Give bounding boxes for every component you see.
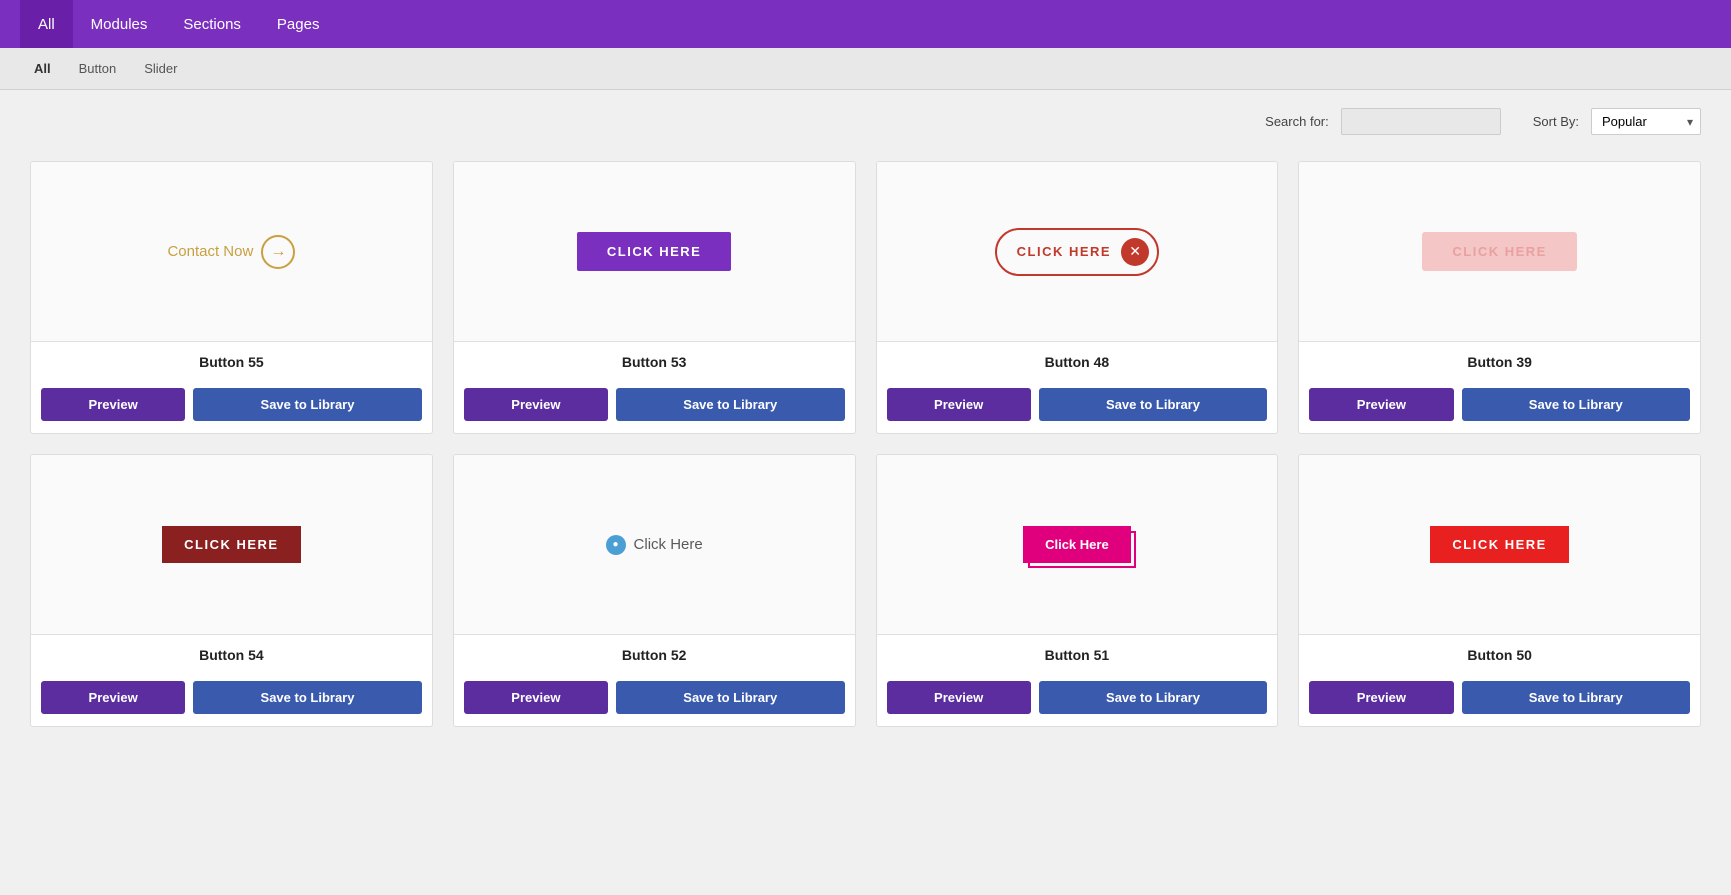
sub-nav-all[interactable]: All: [20, 48, 65, 90]
search-label: Search for:: [1265, 114, 1329, 129]
preview-btn-39: CLICK HERE: [1422, 232, 1576, 271]
sort-wrapper: Popular Newest Oldest: [1591, 108, 1701, 135]
card-title-btn-54: Button 54: [41, 647, 422, 663]
card-actions-btn-48: Preview Save to Library: [877, 388, 1278, 433]
preview-button-btn-53[interactable]: Preview: [464, 388, 608, 421]
search-sort-bar: Search for: Sort By: Popular Newest Olde…: [0, 90, 1731, 145]
contact-now-circle: →: [261, 235, 295, 269]
card-title-btn-52: Button 52: [464, 647, 845, 663]
btn-52-circle-icon: ●: [606, 535, 626, 555]
card-preview-btn-48: CLICK HERE ✕: [877, 162, 1278, 342]
save-button-btn-55[interactable]: Save to Library: [193, 388, 422, 421]
btn-48-icon: ✕: [1121, 238, 1149, 266]
card-btn-54: CLICK HERE Button 54 Preview Save to Lib…: [30, 454, 433, 727]
card-info-btn-52: Button 52: [454, 635, 855, 681]
btn-48-text: CLICK HERE: [1017, 244, 1111, 259]
card-info-btn-48: Button 48: [877, 342, 1278, 388]
card-preview-btn-51: Click Here: [877, 455, 1278, 635]
save-button-btn-54[interactable]: Save to Library: [193, 681, 422, 714]
card-btn-50: CLICK HERE Button 50 Preview Save to Lib…: [1298, 454, 1701, 727]
card-preview-btn-52: ● Click Here: [454, 455, 855, 635]
contact-now-text: Contact Now: [167, 243, 253, 260]
card-title-btn-39: Button 39: [1309, 354, 1690, 370]
preview-btn-52: ● Click Here: [606, 535, 703, 555]
card-btn-53: CLICK HERE Button 53 Preview Save to Lib…: [453, 161, 856, 434]
preview-button-btn-54[interactable]: Preview: [41, 681, 185, 714]
preview-button-btn-51[interactable]: Preview: [887, 681, 1031, 714]
card-info-btn-54: Button 54: [31, 635, 432, 681]
card-actions-btn-50: Preview Save to Library: [1299, 681, 1700, 726]
save-button-btn-48[interactable]: Save to Library: [1039, 388, 1268, 421]
card-btn-55: Contact Now → Button 55 Preview Save to …: [30, 161, 433, 434]
preview-btn-51: Click Here: [1023, 526, 1131, 563]
card-btn-48: CLICK HERE ✕ Button 48 Preview Save to L…: [876, 161, 1279, 434]
preview-btn-54: CLICK HERE: [162, 526, 300, 563]
btn-52-text: Click Here: [634, 536, 703, 553]
card-actions-btn-39: Preview Save to Library: [1299, 388, 1700, 433]
card-preview-btn-55: Contact Now →: [31, 162, 432, 342]
card-title-btn-51: Button 51: [887, 647, 1268, 663]
sub-nav-button[interactable]: Button: [65, 48, 131, 90]
sort-label: Sort By:: [1533, 114, 1579, 129]
card-title-btn-55: Button 55: [41, 354, 422, 370]
card-title-btn-48: Button 48: [887, 354, 1268, 370]
top-nav-sections[interactable]: Sections: [165, 0, 259, 48]
card-title-btn-53: Button 53: [464, 354, 845, 370]
card-actions-btn-55: Preview Save to Library: [31, 388, 432, 433]
top-navigation: All Modules Sections Pages: [0, 0, 1731, 48]
card-actions-btn-54: Preview Save to Library: [31, 681, 432, 726]
top-nav-modules[interactable]: Modules: [73, 0, 166, 48]
preview-btn-55: Contact Now →: [167, 235, 295, 269]
card-preview-btn-39: CLICK HERE: [1299, 162, 1700, 342]
sort-select[interactable]: Popular Newest Oldest: [1591, 108, 1701, 135]
card-btn-52: ● Click Here Button 52 Preview Save to L…: [453, 454, 856, 727]
preview-button-btn-48[interactable]: Preview: [887, 388, 1031, 421]
preview-button-btn-39[interactable]: Preview: [1309, 388, 1453, 421]
sub-nav-slider[interactable]: Slider: [130, 48, 191, 90]
save-button-btn-39[interactable]: Save to Library: [1462, 388, 1691, 421]
preview-btn-50: CLICK HERE: [1430, 526, 1568, 563]
top-nav-all[interactable]: All: [20, 0, 73, 48]
preview-button-btn-50[interactable]: Preview: [1309, 681, 1453, 714]
card-actions-btn-52: Preview Save to Library: [454, 681, 855, 726]
card-info-btn-39: Button 39: [1299, 342, 1700, 388]
card-info-btn-53: Button 53: [454, 342, 855, 388]
preview-btn-51-wrapper: Click Here: [1023, 526, 1131, 563]
preview-button-btn-52[interactable]: Preview: [464, 681, 608, 714]
save-button-btn-53[interactable]: Save to Library: [616, 388, 845, 421]
preview-btn-53: CLICK HERE: [577, 232, 731, 271]
card-btn-39: CLICK HERE Button 39 Preview Save to Lib…: [1298, 161, 1701, 434]
card-title-btn-50: Button 50: [1309, 647, 1690, 663]
preview-button-btn-55[interactable]: Preview: [41, 388, 185, 421]
search-input[interactable]: [1341, 108, 1501, 135]
card-info-btn-50: Button 50: [1299, 635, 1700, 681]
save-button-btn-52[interactable]: Save to Library: [616, 681, 845, 714]
card-actions-btn-53: Preview Save to Library: [454, 388, 855, 433]
card-info-btn-51: Button 51: [877, 635, 1278, 681]
card-preview-btn-50: CLICK HERE: [1299, 455, 1700, 635]
top-nav-pages[interactable]: Pages: [259, 0, 338, 48]
card-preview-btn-53: CLICK HERE: [454, 162, 855, 342]
card-actions-btn-51: Preview Save to Library: [877, 681, 1278, 726]
card-btn-51: Click Here Button 51 Preview Save to Lib…: [876, 454, 1279, 727]
save-button-btn-51[interactable]: Save to Library: [1039, 681, 1268, 714]
save-button-btn-50[interactable]: Save to Library: [1462, 681, 1691, 714]
card-preview-btn-54: CLICK HERE: [31, 455, 432, 635]
cards-grid: Contact Now → Button 55 Preview Save to …: [0, 145, 1731, 757]
preview-btn-48: CLICK HERE ✕: [995, 228, 1159, 276]
sub-navigation: All Button Slider: [0, 48, 1731, 90]
card-info-btn-55: Button 55: [31, 342, 432, 388]
